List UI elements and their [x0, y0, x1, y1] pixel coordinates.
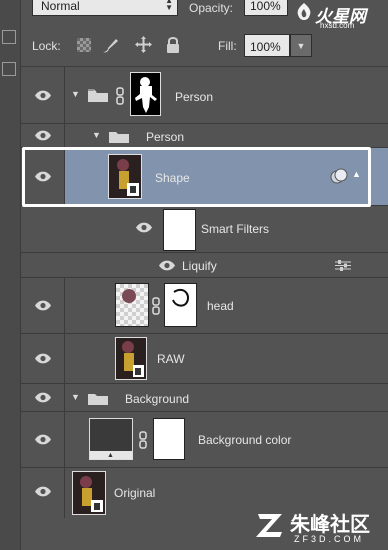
link-chain-icon	[116, 87, 124, 105]
mask-circle-icon	[172, 288, 189, 307]
expand-arrow-icon[interactable]: ▼	[71, 89, 80, 99]
layer-name: Liquify	[182, 259, 217, 273]
tool-icon[interactable]	[2, 30, 16, 44]
layer-row[interactable]: ▼ Person	[21, 67, 388, 124]
blend-mode-select[interactable]: Normal ▲ ▼	[32, 0, 178, 16]
zf3d-logo: 朱峰社区 ZF3D.COM	[250, 506, 388, 548]
eye-icon[interactable]	[158, 260, 176, 271]
photo-thumbnail-icon	[116, 338, 146, 379]
link-chain-icon	[152, 297, 160, 315]
eye-icon	[35, 90, 51, 101]
tool-icon[interactable]	[2, 62, 16, 76]
blend-mode-value: Normal	[41, 0, 80, 13]
layer-mask-thumbnail[interactable]	[164, 283, 197, 327]
expand-arrow-icon[interactable]: ▼	[92, 130, 101, 140]
watermark-bottom-url: ZF3D.COM	[294, 534, 364, 544]
layer-thumbnail[interactable]	[115, 283, 149, 327]
eye-icon	[35, 392, 51, 403]
layer-thumbnail[interactable]	[115, 337, 147, 380]
layer-name: Person	[175, 90, 214, 104]
layer-row[interactable]: Liquify	[21, 253, 388, 278]
eye-icon	[35, 486, 51, 497]
selection-highlight	[22, 147, 371, 207]
layer-thumbnail[interactable]	[72, 471, 106, 515]
opacity-input[interactable]: 100%	[244, 0, 288, 16]
visibility-toggle[interactable]	[21, 412, 65, 467]
layer-row[interactable]: ▼ Background	[21, 384, 388, 412]
layer-row[interactable]: RAW	[21, 334, 388, 384]
layer-name: Background	[125, 392, 190, 406]
hxsd-logo: 火星网 hxsd.com	[293, 0, 388, 30]
lock-transparent-pixels-icon[interactable]	[77, 38, 91, 52]
layer-mask-thumbnail[interactable]	[153, 418, 185, 460]
select-arrows-icon: ▲ ▼	[165, 0, 173, 12]
eye-icon[interactable]	[135, 222, 153, 233]
layer-name: head	[207, 299, 234, 313]
layer-row[interactable]: ▼ Person	[21, 124, 388, 148]
fill-label: Fill:	[218, 39, 237, 53]
filter-mask-thumbnail[interactable]	[163, 209, 196, 251]
expand-arrow-icon[interactable]: ▼	[71, 392, 80, 402]
eye-icon	[35, 130, 51, 141]
folder-icon	[88, 394, 108, 405]
layer-name: Person	[146, 130, 185, 144]
fill-dropdown-button[interactable]: ▼	[290, 34, 312, 57]
layer-name: Original	[114, 486, 156, 500]
visibility-toggle[interactable]	[21, 124, 65, 147]
swatch-arrow-icon: ▲	[107, 452, 114, 459]
fill-layer-thumbnail[interactable]: ▲	[89, 418, 133, 460]
mask-thumbnail[interactable]	[130, 72, 161, 116]
visibility-toggle[interactable]	[21, 468, 65, 518]
layer-name: RAW	[157, 352, 185, 366]
visibility-toggle[interactable]	[21, 384, 65, 411]
folder-icon	[109, 132, 129, 143]
person-silhouette-icon	[135, 77, 157, 113]
visibility-toggle[interactable]	[21, 67, 65, 123]
flame-icon	[297, 3, 311, 20]
visibility-toggle[interactable]	[21, 278, 65, 333]
lock-label: Lock:	[32, 39, 61, 53]
fill-input[interactable]: 100%	[244, 34, 290, 57]
opacity-label: Opacity:	[189, 1, 234, 15]
filter-blending-options-icon[interactable]	[335, 260, 351, 271]
watermark-top-url: hxsd.com	[320, 21, 355, 30]
lock-all-padlock-icon[interactable]	[166, 36, 180, 53]
eye-icon	[35, 300, 51, 311]
folder-icon	[88, 89, 108, 102]
tools-strip	[0, 0, 21, 550]
head-thumbnail-icon	[122, 289, 136, 303]
layer-row[interactable]: ▲ Background color	[21, 412, 388, 468]
layer-row[interactable]: Smart Filters	[21, 207, 388, 253]
zf3d-z-icon	[256, 514, 282, 537]
link-chain-icon	[139, 431, 147, 449]
watermark-bottom-logo: 朱峰社区	[290, 514, 370, 536]
layer-name: Smart Filters	[201, 222, 270, 236]
eye-icon	[35, 434, 51, 445]
layer-row[interactable]: head	[21, 278, 388, 334]
lock-image-pixels-brush-icon[interactable]	[100, 36, 120, 54]
photo-thumbnail-icon	[73, 472, 105, 514]
lock-position-move-icon[interactable]	[135, 36, 152, 53]
opacity-value: 100%	[250, 0, 281, 13]
visibility-toggle[interactable]	[21, 334, 65, 383]
eye-icon	[35, 353, 51, 364]
fill-value: 100%	[250, 40, 281, 54]
layer-name: Background color	[198, 433, 292, 447]
